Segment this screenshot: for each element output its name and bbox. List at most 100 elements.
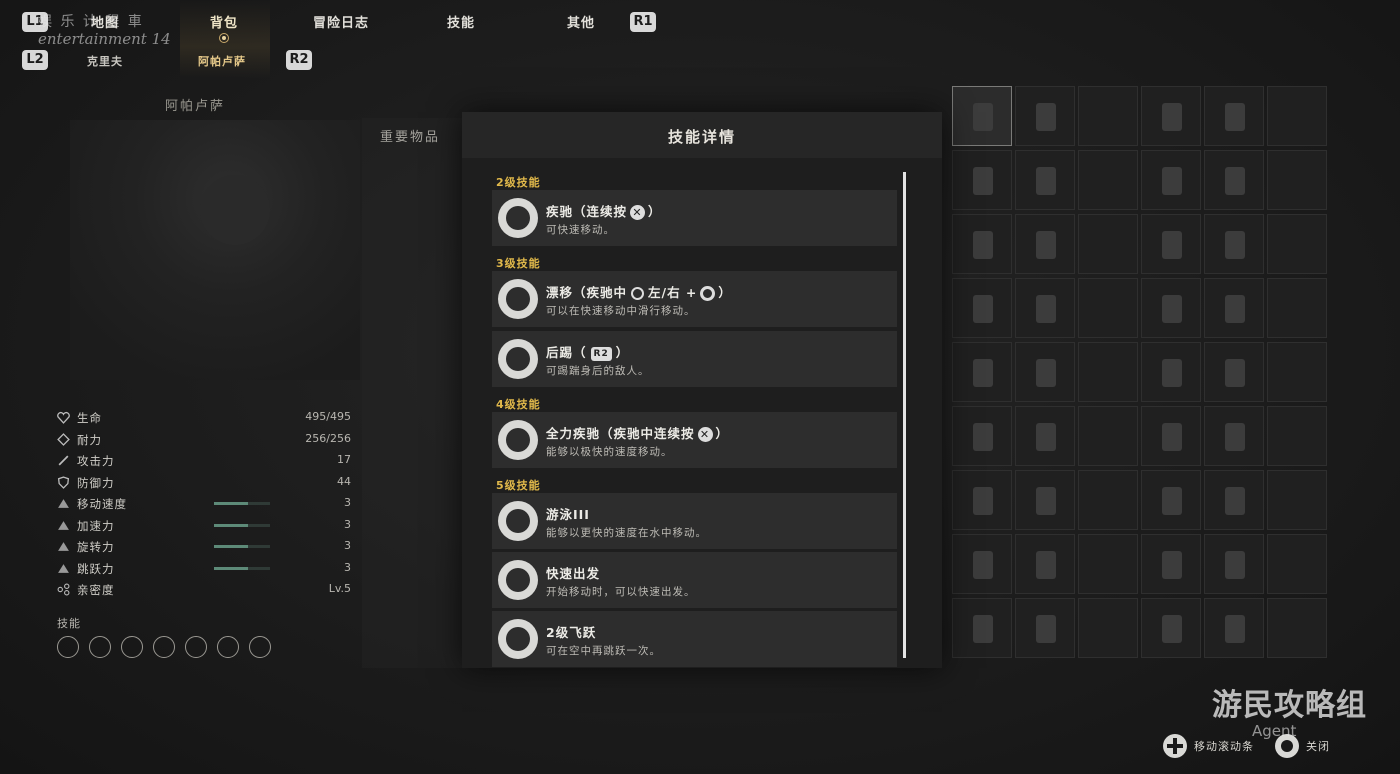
stat-label: 耐力 — [77, 432, 102, 447]
item-icon — [973, 295, 993, 323]
inventory-slot[interactable] — [1078, 278, 1138, 338]
inventory-slot[interactable] — [1078, 86, 1138, 146]
skill-card-quick-start[interactable]: 快速出发 开始移动时，可以快速出发。 — [492, 552, 897, 608]
subtab-cliff[interactable]: 克里夫 — [87, 53, 123, 69]
inventory-slot[interactable] — [952, 534, 1012, 594]
stat-value: 17 — [337, 453, 351, 466]
inventory-slot[interactable] — [952, 342, 1012, 402]
stat-bar — [214, 566, 270, 570]
inventory-slot[interactable] — [1015, 278, 1075, 338]
stat-label: 防御力 — [77, 475, 115, 490]
inventory-slot[interactable] — [952, 214, 1012, 274]
tab-backpack[interactable]: 背包 — [210, 12, 238, 31]
inventory-slot[interactable] — [1078, 342, 1138, 402]
inventory-slot[interactable] — [952, 278, 1012, 338]
inventory-slot[interactable] — [1015, 406, 1075, 466]
item-icon — [973, 423, 993, 451]
inventory-slot[interactable] — [1267, 598, 1327, 658]
inventory-slot[interactable] — [1078, 214, 1138, 274]
inventory-slot[interactable] — [1204, 150, 1264, 210]
inventory-slot[interactable] — [1141, 598, 1201, 658]
skill-card-swim[interactable]: 游泳III 能够以更快的速度在水中移动。 — [492, 493, 897, 549]
skills-heading: 技能 — [57, 617, 81, 630]
item-icon — [1036, 487, 1056, 515]
full-gallop-icon — [153, 636, 175, 658]
item-icon — [1162, 167, 1182, 195]
inventory-slot[interactable] — [1204, 86, 1264, 146]
stat-label: 移动速度 — [77, 497, 127, 511]
inventory-slot[interactable] — [1204, 342, 1264, 402]
l2-button-glyph[interactable]: L2 — [22, 50, 48, 70]
inventory-slot[interactable] — [1141, 406, 1201, 466]
stat-bar — [214, 545, 270, 548]
inventory-slot[interactable] — [1267, 150, 1327, 210]
skill-name: 漂移（疾驰中 左/右 +） — [546, 285, 732, 301]
inventory-slot[interactable] — [952, 406, 1012, 466]
inventory-slot[interactable] — [1078, 470, 1138, 530]
tab-adventure-log[interactable]: 冒险日志 — [313, 12, 369, 31]
kick-icon — [121, 636, 143, 658]
inventory-slot[interactable] — [1141, 470, 1201, 530]
inventory-slot[interactable] — [1267, 470, 1327, 530]
tab-skills[interactable]: 技能 — [447, 12, 475, 31]
inventory-slot[interactable] — [1267, 534, 1327, 594]
inventory-slot[interactable] — [1141, 342, 1201, 402]
stat-value: Lv.5 — [328, 582, 351, 595]
inventory-slot[interactable] — [1204, 534, 1264, 594]
dpad-icon — [1163, 734, 1187, 758]
inventory-slot[interactable] — [1078, 150, 1138, 210]
item-icon — [1036, 359, 1056, 387]
inventory-slot[interactable] — [1015, 86, 1075, 146]
skill-card-double-jump[interactable]: 2级飞跃 可在空中再跳跃一次。 — [492, 611, 897, 667]
inventory-slot[interactable] — [952, 86, 1012, 146]
inventory-slot[interactable] — [1015, 214, 1075, 274]
skill-name: 2级飞跃 — [546, 625, 597, 640]
inventory-slot[interactable] — [1267, 214, 1327, 274]
inventory-slot[interactable] — [1267, 86, 1327, 146]
tab-other[interactable]: 其他 — [567, 12, 595, 31]
stat-value: 3 — [344, 517, 351, 531]
jump-icon — [58, 563, 69, 573]
r1-button-glyph[interactable]: R1 — [630, 12, 656, 32]
stat-label: 加速力 — [77, 518, 115, 533]
inventory-slot[interactable] — [1204, 470, 1264, 530]
r2-button-glyph[interactable]: R2 — [286, 50, 312, 70]
inventory-slot[interactable] — [1141, 278, 1201, 338]
inventory-slot[interactable] — [1015, 534, 1075, 594]
inventory-slot[interactable] — [952, 598, 1012, 658]
tab-key-items[interactable]: 重要物品 — [380, 126, 440, 145]
character-panel: 阿帕卢萨 生命 495/495 耐力 256/256 攻击力 17 防御力 44… — [45, 90, 365, 680]
inventory-slot[interactable] — [1204, 598, 1264, 658]
inventory-slot[interactable] — [1015, 150, 1075, 210]
inventory-slot[interactable] — [1078, 534, 1138, 594]
inventory-slot[interactable] — [1015, 470, 1075, 530]
skill-card-drift[interactable]: 漂移（疾驰中 左/右 +） 可以在快速移动中滑行移动。 — [492, 271, 897, 327]
inventory-slot[interactable] — [1141, 214, 1201, 274]
inventory-slot[interactable] — [1141, 86, 1201, 146]
inventory-slot[interactable] — [1267, 406, 1327, 466]
inventory-slot[interactable] — [952, 150, 1012, 210]
item-icon — [1036, 103, 1056, 131]
inventory-slot[interactable] — [1204, 214, 1264, 274]
skill-card-full-gallop[interactable]: 全力疾驰（疾驰中连续按 ✕） 能够以极快的速度移动。 — [492, 412, 897, 468]
inventory-slot[interactable] — [1078, 598, 1138, 658]
inventory-slot[interactable] — [1078, 406, 1138, 466]
inventory-slot[interactable] — [1015, 342, 1075, 402]
item-icon — [973, 359, 993, 387]
inventory-slot[interactable] — [952, 470, 1012, 530]
scroll-hint[interactable]: 移动滚动条 — [1194, 738, 1254, 754]
skill-card-sprint[interactable]: 疾驰（连续按 ✕） 可快速移动。 — [492, 190, 897, 246]
skill-desc: 可以在快速移动中滑行移动。 — [546, 305, 696, 317]
inventory-slot[interactable] — [1015, 598, 1075, 658]
inventory-slot[interactable] — [1141, 150, 1201, 210]
inventory-slot[interactable] — [1204, 406, 1264, 466]
stat-row: 加速力 3 — [57, 515, 357, 537]
modal-scrollbar[interactable] — [903, 172, 906, 658]
skill-card-back-kick[interactable]: 后踢（ R2） 可踢踹身后的敌人。 — [492, 331, 897, 387]
inventory-slot[interactable] — [1267, 278, 1327, 338]
inventory-slot[interactable] — [1204, 278, 1264, 338]
inventory-slot[interactable] — [1141, 534, 1201, 594]
close-button[interactable]: 关闭 — [1306, 738, 1330, 754]
subtab-appaloosa[interactable]: 阿帕卢萨 — [198, 53, 246, 69]
inventory-slot[interactable] — [1267, 342, 1327, 402]
